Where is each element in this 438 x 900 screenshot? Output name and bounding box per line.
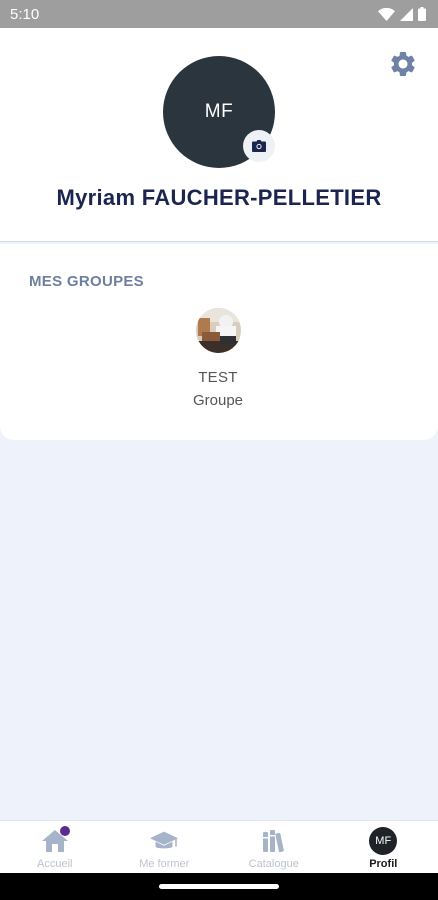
avatar-initials: MF <box>204 101 234 122</box>
nav-item-accueil[interactable]: Accueil <box>0 821 110 873</box>
status-time: 5:10 <box>10 5 40 23</box>
nav-item-me-former[interactable]: Me former <box>110 821 220 873</box>
wifi-icon <box>378 7 395 21</box>
change-photo-button[interactable] <box>243 130 275 162</box>
nav-label-catalogue: Catalogue <box>248 858 299 870</box>
nav-item-catalogue[interactable]: Catalogue <box>219 821 329 873</box>
status-icons <box>378 7 426 21</box>
notification-dot <box>59 826 70 836</box>
nav-item-profil[interactable]: MF Profil <box>329 821 438 873</box>
home-icon <box>40 826 70 855</box>
signal-icon <box>400 7 413 21</box>
nav-label-profil: Profil <box>369 858 398 870</box>
nav-label-accueil: Accueil <box>37 858 73 870</box>
group-type: Groupe <box>192 392 244 409</box>
user-name: Myriam FAUCHER-PELLETIER <box>56 185 382 210</box>
group-item[interactable]: TEST Groupe <box>168 308 268 414</box>
status-bar: 5:10 <box>0 0 438 28</box>
home-gesture-handle[interactable] <box>159 884 279 889</box>
group-image <box>196 308 241 353</box>
battery-icon <box>418 7 426 21</box>
group-name: TEST <box>198 369 238 386</box>
gear-icon <box>391 51 415 76</box>
nav-label-me-former: Me former <box>139 858 190 870</box>
camera-icon <box>252 140 266 152</box>
settings-button[interactable] <box>388 49 418 79</box>
books-icon <box>259 827 289 855</box>
groups-section-title: MES GROUPES <box>29 273 144 290</box>
bottom-navigation: Accueil Me former Catalogue MF Profil <box>0 820 438 873</box>
gesture-navigation-bar <box>0 873 438 900</box>
graduation-cap-icon <box>149 827 179 855</box>
nav-avatar: MF <box>369 827 398 855</box>
